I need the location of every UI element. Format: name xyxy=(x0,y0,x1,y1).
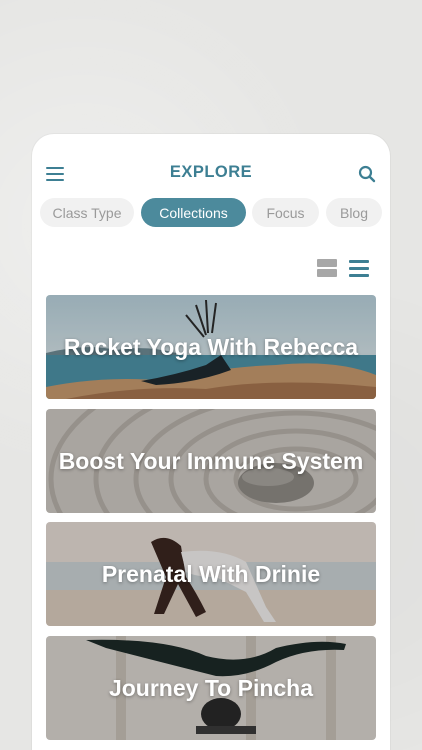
tab-class-type[interactable]: Class Type xyxy=(40,198,134,227)
collection-card-prenatal[interactable]: Prenatal With Drinie xyxy=(46,522,376,626)
collection-title: Prenatal With Drinie xyxy=(101,560,321,587)
tab-focus[interactable]: Focus xyxy=(252,198,319,227)
list-view-icon[interactable] xyxy=(349,259,369,277)
collection-card-pincha[interactable]: Journey To Pincha xyxy=(46,636,376,740)
app-screen: EXPLORE Class Type Collections Focus Blo… xyxy=(32,134,390,750)
collection-card-immune[interactable]: Boost Your Immune System xyxy=(46,409,376,513)
tab-collections[interactable]: Collections xyxy=(141,198,246,227)
collection-title: Rocket Yoga With Rebecca xyxy=(63,333,359,360)
category-tabs: Class Type Collections Focus Blog xyxy=(40,198,390,228)
collection-title: Boost Your Immune System xyxy=(58,447,364,474)
grid-view-icon[interactable] xyxy=(317,259,337,277)
page-title: EXPLORE xyxy=(169,163,253,181)
top-bar: EXPLORE xyxy=(32,134,390,200)
search-icon[interactable] xyxy=(358,165,376,183)
collection-card-rocket-yoga[interactable]: Rocket Yoga With Rebecca xyxy=(46,295,376,399)
collection-title: Journey To Pincha xyxy=(108,674,314,701)
tab-blog[interactable]: Blog xyxy=(326,198,382,227)
